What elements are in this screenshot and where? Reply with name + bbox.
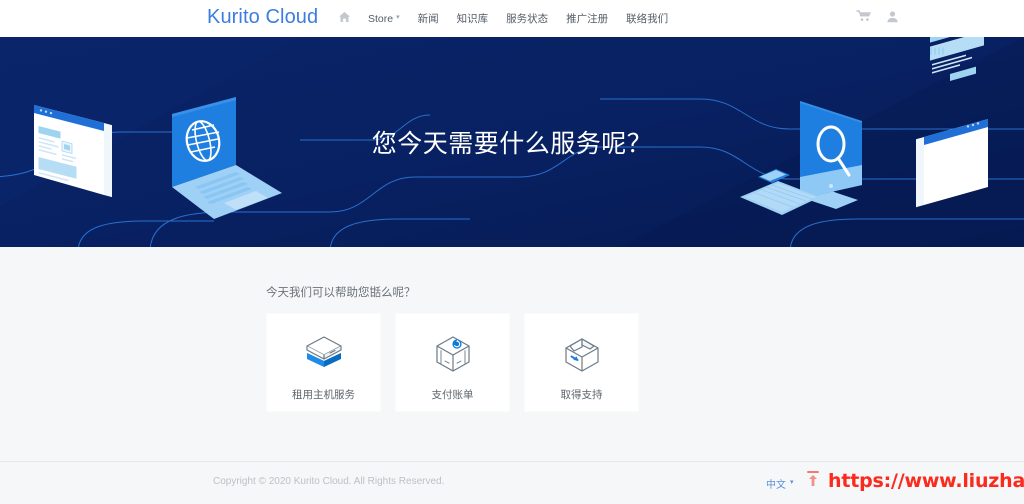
hero-banner: 您今天需要什么服务呢？ <box>0 37 1024 247</box>
user-account-icon[interactable] <box>886 10 899 28</box>
watermark-text: https://www.liuzhanwu.cn <box>828 470 1024 492</box>
language-selector-label: 中文 <box>766 480 786 491</box>
site-header: Kurito Cloud Store ▾ 新闻 知识库 服务状态 推广注册 联络… <box>0 0 1024 37</box>
nav-home[interactable] <box>334 0 359 37</box>
nav-knowledgebase[interactable]: 知识库 <box>448 0 498 37</box>
nav-store[interactable]: Store ▾ <box>359 0 409 37</box>
card-get-support-label: 取得支持 <box>560 389 603 401</box>
nav-store-label: Store <box>368 12 394 25</box>
main-content: 今天我们可以帮助您甛么呢？ 租用主机服务 支付账单 取得支持 <box>0 247 1024 461</box>
language-selector[interactable]: 中文 ▾ <box>766 476 794 491</box>
card-order-hosting-label: 租用主机服务 <box>292 389 355 401</box>
card-get-support[interactable]: 取得支持 <box>524 313 639 412</box>
nav-service-status[interactable]: 服务状态 <box>497 0 557 37</box>
quick-action-cards: 租用主机服务 支付账单 取得支持 <box>266 313 639 412</box>
box-refresh-icon <box>431 331 475 377</box>
home-icon <box>338 11 351 26</box>
nav-contact-us[interactable]: 联络我们 <box>617 0 677 37</box>
shopping-cart-icon[interactable] <box>856 9 871 28</box>
page-root: Kurito Cloud Store ▾ 新闻 知识库 服务状态 推广注册 联络… <box>0 0 1024 504</box>
chevron-down-icon: ▾ <box>396 14 400 21</box>
section-heading: 今天我们可以帮助您甛么呢？ <box>266 287 416 299</box>
main-navigation: Store ▾ 新闻 知识库 服务状态 推广注册 联络我们 <box>334 0 677 37</box>
card-pay-invoice-label: 支付账单 <box>431 389 474 401</box>
copyright-text: Copyright © 2020 Kurito Cloud. All Right… <box>213 476 445 487</box>
hero-title: 您今天需要什么服务呢？ <box>371 130 653 158</box>
card-order-hosting[interactable]: 租用主机服务 <box>266 313 381 412</box>
arrow-up-icon <box>806 470 820 492</box>
open-box-blue-icon <box>302 331 346 377</box>
site-footer: Copyright © 2020 Kurito Cloud. All Right… <box>0 462 1024 504</box>
watermark: https://www.liuzhanwu.cn <box>806 470 1024 492</box>
nav-affiliate-signup[interactable]: 推广注册 <box>557 0 617 37</box>
card-pay-invoice[interactable]: 支付账单 <box>395 313 510 412</box>
nav-news[interactable]: 新闻 <box>409 0 448 37</box>
chevron-down-icon: ▾ <box>790 479 794 486</box>
header-actions <box>856 0 899 37</box>
brand-logo[interactable]: Kurito Cloud <box>207 6 318 29</box>
box-arrow-in-icon <box>560 331 604 377</box>
